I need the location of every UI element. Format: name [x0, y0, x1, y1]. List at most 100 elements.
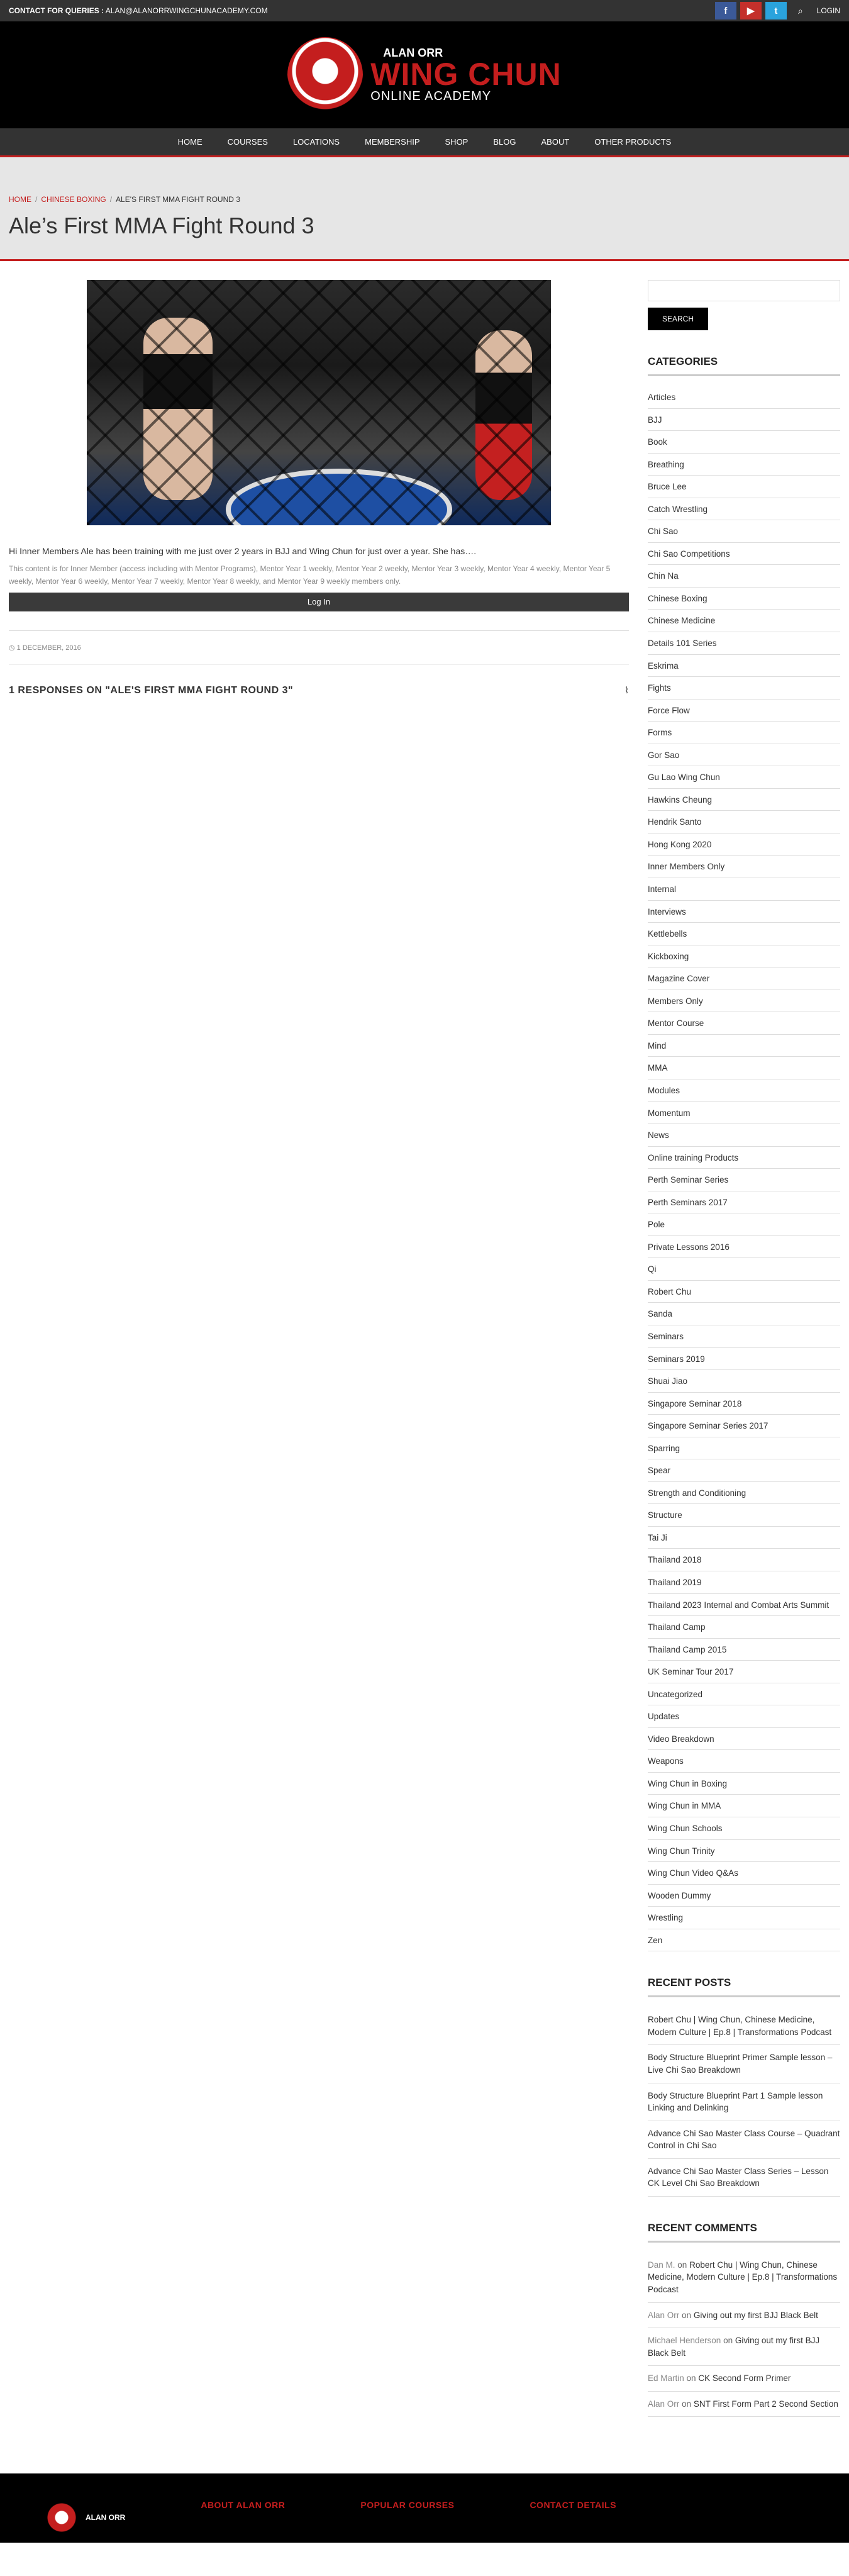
category-item[interactable]: Internal	[648, 878, 840, 901]
category-item[interactable]: Singapore Seminar 2018	[648, 1393, 840, 1415]
nav-shop[interactable]: SHOP	[445, 137, 469, 147]
category-item[interactable]: MMA	[648, 1057, 840, 1079]
recent-post-item[interactable]: Advance Chi Sao Master Class Course – Qu…	[648, 2121, 840, 2159]
footer-logo[interactable]: ALAN ORR	[44, 2500, 125, 2536]
category-item[interactable]: Chi Sao	[648, 520, 840, 543]
breadcrumb-category[interactable]: CHINESE BOXING	[41, 195, 106, 204]
category-item[interactable]: Updates	[648, 1705, 840, 1728]
category-item[interactable]: Wrestling	[648, 1907, 840, 1929]
nav-home[interactable]: HOME	[178, 137, 203, 147]
nav-courses[interactable]: COURSES	[228, 137, 268, 147]
login-link[interactable]: LOGIN	[817, 6, 840, 15]
category-item[interactable]: Book	[648, 431, 840, 454]
rss-icon[interactable]: ⌇	[624, 685, 629, 696]
category-item[interactable]: News	[648, 1124, 840, 1147]
category-item[interactable]: Chinese Boxing	[648, 588, 840, 610]
breadcrumb-home[interactable]: HOME	[9, 195, 31, 204]
category-item[interactable]: Uncategorized	[648, 1683, 840, 1706]
category-item[interactable]: Details 101 Series	[648, 632, 840, 655]
category-item[interactable]: Mind	[648, 1035, 840, 1057]
nav-other-products[interactable]: OTHER PRODUCTS	[594, 137, 671, 147]
category-item[interactable]: Forms	[648, 722, 840, 744]
category-item[interactable]: Chin Na	[648, 565, 840, 588]
category-item[interactable]: Hong Kong 2020	[648, 834, 840, 856]
category-item[interactable]: Pole	[648, 1213, 840, 1236]
category-item[interactable]: Shuai Jiao	[648, 1370, 840, 1393]
category-item[interactable]: Gor Sao	[648, 744, 840, 767]
comment-author[interactable]: Ed Martin	[648, 2373, 684, 2383]
category-item[interactable]: Sparring	[648, 1437, 840, 1460]
comment-author[interactable]: Michael Henderson	[648, 2336, 721, 2345]
category-item[interactable]: Articles	[648, 386, 840, 409]
category-item[interactable]: Modules	[648, 1079, 840, 1102]
category-item[interactable]: Interviews	[648, 901, 840, 923]
category-item[interactable]: Online training Products	[648, 1147, 840, 1169]
contact-email[interactable]: ALAN@ALANORRWINGCHUNACADEMY.COM	[106, 6, 268, 15]
recent-post-item[interactable]: Advance Chi Sao Master Class Series – Le…	[648, 2159, 840, 2197]
category-item[interactable]: Weapons	[648, 1750, 840, 1773]
category-item[interactable]: Structure	[648, 1504, 840, 1527]
twitter-icon[interactable]: t	[765, 2, 787, 20]
category-item[interactable]: Strength and Conditioning	[648, 1482, 840, 1505]
sidebar-search-input[interactable]	[648, 280, 840, 301]
recent-post-item[interactable]: Robert Chu | Wing Chun, Chinese Medicine…	[648, 2007, 840, 2046]
category-item[interactable]: Wing Chun Schools	[648, 1817, 840, 1840]
category-item[interactable]: Video Breakdown	[648, 1728, 840, 1751]
category-item[interactable]: Kickboxing	[648, 945, 840, 968]
comment-post-link[interactable]: SNT First Form Part 2 Second Section	[694, 2399, 838, 2409]
nav-about[interactable]: ABOUT	[541, 137, 569, 147]
category-item[interactable]: Seminars	[648, 1325, 840, 1348]
category-item[interactable]: Catch Wrestling	[648, 498, 840, 521]
category-item[interactable]: Breathing	[648, 454, 840, 476]
category-item[interactable]: Spear	[648, 1459, 840, 1482]
category-item[interactable]: Chi Sao Competitions	[648, 543, 840, 566]
category-item[interactable]: Perth Seminar Series	[648, 1169, 840, 1191]
category-item[interactable]: Tai Ji	[648, 1527, 840, 1549]
category-item[interactable]: Thailand 2023 Internal and Combat Arts S…	[648, 1594, 840, 1617]
nav-membership[interactable]: MEMBERSHIP	[365, 137, 419, 147]
comment-author[interactable]: Alan Orr	[648, 2311, 679, 2320]
category-item[interactable]: UK Seminar Tour 2017	[648, 1661, 840, 1683]
category-item[interactable]: Force Flow	[648, 700, 840, 722]
category-item[interactable]: Qi	[648, 1258, 840, 1281]
category-item[interactable]: Bruce Lee	[648, 476, 840, 498]
category-item[interactable]: Thailand 2018	[648, 1549, 840, 1571]
category-item[interactable]: Zen	[648, 1929, 840, 1952]
comment-author[interactable]: Dan M.	[648, 2260, 675, 2270]
nav-locations[interactable]: LOCATIONS	[293, 137, 340, 147]
category-item[interactable]: BJJ	[648, 409, 840, 432]
comment-post-link[interactable]: Giving out my first BJJ Black Belt	[694, 2311, 818, 2320]
category-item[interactable]: Magazine Cover	[648, 967, 840, 990]
facebook-icon[interactable]: f	[714, 2, 736, 20]
recent-post-item[interactable]: Body Structure Blueprint Part 1 Sample l…	[648, 2083, 840, 2121]
category-item[interactable]: Eskrima	[648, 655, 840, 677]
comment-post-link[interactable]: CK Second Form Primer	[698, 2373, 791, 2383]
category-item[interactable]: Wing Chun in Boxing	[648, 1773, 840, 1795]
category-item[interactable]: Private Lessons 2016	[648, 1236, 840, 1259]
search-icon[interactable]: ⌕	[798, 6, 803, 16]
category-item[interactable]: Sanda	[648, 1303, 840, 1325]
category-item[interactable]: Hendrik Santo	[648, 811, 840, 834]
category-item[interactable]: Momentum	[648, 1102, 840, 1125]
category-item[interactable]: Thailand Camp	[648, 1616, 840, 1639]
category-item[interactable]: Robert Chu	[648, 1281, 840, 1303]
category-item[interactable]: Hawkins Cheung	[648, 789, 840, 811]
category-item[interactable]: Seminars 2019	[648, 1348, 840, 1371]
sidebar-search-button[interactable]: SEARCH	[648, 308, 708, 330]
category-item[interactable]: Thailand Camp 2015	[648, 1639, 840, 1661]
category-item[interactable]: Wing Chun in MMA	[648, 1795, 840, 1817]
category-item[interactable]: Members Only	[648, 990, 840, 1013]
category-item[interactable]: Wing Chun Trinity	[648, 1840, 840, 1863]
login-button[interactable]: Log In	[9, 592, 629, 611]
category-item[interactable]: Singapore Seminar Series 2017	[648, 1415, 840, 1437]
recent-post-item[interactable]: Body Structure Blueprint Primer Sample l…	[648, 2045, 840, 2083]
category-item[interactable]: Thailand 2019	[648, 1571, 840, 1594]
youtube-icon[interactable]: ▶	[740, 2, 762, 20]
comment-post-link[interactable]: Robert Chu | Wing Chun, Chinese Medicine…	[648, 2260, 837, 2294]
category-item[interactable]: Inner Members Only	[648, 856, 840, 879]
comment-author[interactable]: Alan Orr	[648, 2399, 679, 2409]
category-item[interactable]: Kettlebells	[648, 923, 840, 945]
category-item[interactable]: Perth Seminars 2017	[648, 1191, 840, 1214]
site-logo[interactable]: ALAN ORR WING CHUN ONLINE ACADEMY	[287, 37, 561, 113]
category-item[interactable]: Wing Chun Video Q&As	[648, 1862, 840, 1885]
